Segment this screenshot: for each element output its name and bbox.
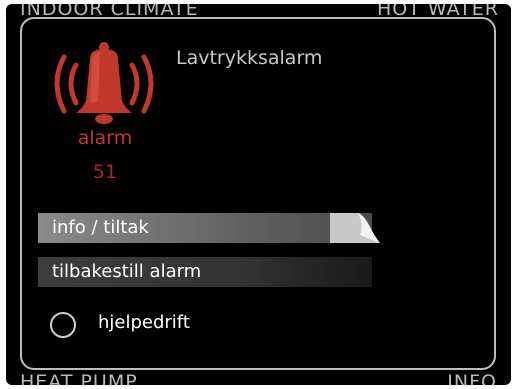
bell-alarm-icon bbox=[54, 42, 154, 124]
hjelpedrift-radio[interactable] bbox=[50, 312, 76, 338]
page-curl-icon bbox=[330, 213, 380, 243]
alarm-dialog: Lavtrykksalarm alarm 51 info / tiltak ti… bbox=[20, 17, 496, 370]
heat-pump-label: HEAT PUMP bbox=[20, 371, 138, 385]
display-screen: INDOOR CLIMATE HOT WATER HEAT PUMP INFO … bbox=[6, 4, 511, 385]
alarm-code: 51 bbox=[92, 161, 118, 183]
reset-alarm-button[interactable]: tilbakestill alarm bbox=[38, 257, 372, 287]
alarm-status-text: alarm bbox=[77, 127, 133, 149]
info-tiltak-button[interactable]: info / tiltak bbox=[38, 213, 372, 243]
hjelpedrift-label: hjelpedrift bbox=[98, 312, 190, 333]
alarm-title: Lavtrykksalarm bbox=[176, 47, 323, 69]
info-label: INFO bbox=[447, 371, 497, 385]
